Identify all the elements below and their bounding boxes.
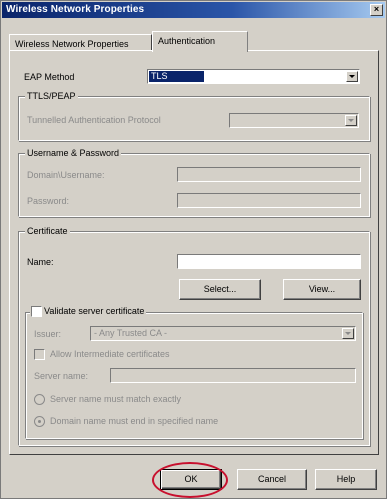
eap-method-label: EAP Method	[24, 72, 75, 82]
password-field[interactable]	[177, 193, 361, 208]
ok-button[interactable]: OK	[160, 469, 222, 490]
allow-intermediate-checkbox[interactable]	[34, 349, 45, 360]
certificate-name-field[interactable]	[177, 254, 361, 269]
certificate-group: Certificate Name: Select... View... Vali…	[18, 226, 370, 446]
tunnel-protocol-label: Tunnelled Authentication Protocol	[27, 115, 161, 125]
username-field[interactable]	[177, 167, 361, 182]
chevron-down-icon[interactable]	[342, 328, 354, 339]
eap-method-value: TLS	[149, 71, 204, 82]
validate-server-title: Validate server certificate	[30, 306, 147, 317]
select-button[interactable]: Select...	[179, 279, 261, 300]
tab-authentication[interactable]: Authentication	[152, 31, 248, 52]
authentication-panel: EAP Method TLS TTLS/PEAP Tunnelled Authe…	[9, 50, 379, 455]
certificate-name-label: Name:	[27, 257, 54, 267]
ttls-peap-group: TTLS/PEAP Tunnelled Authentication Proto…	[18, 91, 370, 141]
username-label: Domain\Username:	[27, 170, 105, 180]
username-password-group: Username & Password Domain\Username: Pas…	[18, 148, 370, 217]
allow-intermediate-label: Allow Intermediate certificates	[50, 349, 170, 359]
server-name-label: Server name:	[34, 371, 89, 381]
title-bar[interactable]: Wireless Network Properties ×	[2, 2, 385, 18]
close-button[interactable]: ×	[370, 4, 383, 16]
close-icon: ×	[373, 4, 380, 14]
issuer-value: - Any Trusted CA -	[94, 328, 168, 338]
issuer-label: Issuer:	[34, 329, 62, 339]
radio-server-exact[interactable]	[34, 394, 45, 405]
view-button[interactable]: View...	[283, 279, 361, 300]
radio-server-exact-label: Server name must match exactly	[50, 394, 182, 404]
help-button[interactable]: Help	[315, 469, 377, 490]
validate-server-group: Validate server certificate Issuer: - An…	[25, 306, 363, 439]
group-title: Username & Password	[25, 148, 122, 158]
radio-domain-suffix-label: Domain name must end in specified name	[50, 416, 219, 426]
chevron-down-icon[interactable]	[346, 71, 358, 82]
group-title: TTLS/PEAP	[25, 91, 78, 101]
tab-label: Wireless Network Properties	[15, 39, 129, 49]
cancel-button[interactable]: Cancel	[237, 469, 307, 490]
radio-domain-suffix[interactable]	[34, 416, 45, 427]
validate-server-label[interactable]: Validate server certificate	[44, 306, 144, 316]
tab-wireless-network-properties[interactable]: Wireless Network Properties	[9, 34, 152, 51]
validate-server-checkbox[interactable]	[31, 306, 42, 317]
group-title: Certificate	[25, 226, 70, 236]
server-name-field[interactable]	[110, 368, 356, 383]
tab-label: Authentication	[158, 36, 216, 46]
eap-method-select[interactable]: TLS	[147, 69, 360, 84]
issuer-select[interactable]: - Any Trusted CA -	[90, 326, 356, 341]
password-label: Password:	[27, 196, 70, 206]
window-title: Wireless Network Properties	[6, 4, 145, 15]
tunnel-protocol-select[interactable]	[229, 113, 359, 128]
dialog-window: Wireless Network Properties × Wireless N…	[0, 0, 387, 499]
chevron-down-icon[interactable]	[345, 115, 357, 126]
